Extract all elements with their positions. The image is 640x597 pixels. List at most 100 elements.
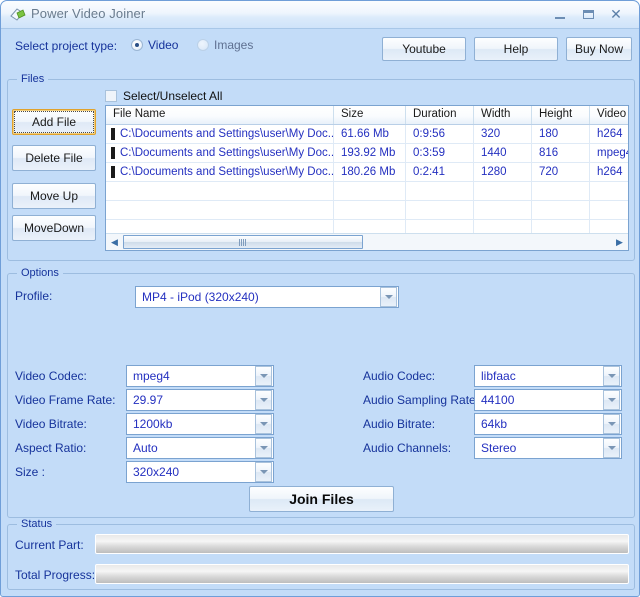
chevron-down-icon[interactable] [255, 366, 272, 386]
audio-channels-label: Audio Channels: [363, 441, 452, 455]
table-header-row: File Name Size Duration Width Height Vid… [106, 106, 628, 125]
cell-file-name: C:\Documents and Settings\user\My Doc... [106, 125, 334, 143]
current-part-progressbar [95, 534, 629, 554]
move-up-button[interactable]: Move Up [12, 183, 96, 209]
audio-sampling-rate-label: Audio Sampling Rate: [363, 393, 480, 407]
table-row[interactable]: C:\Documents and Settings\user\My Doc...… [106, 144, 628, 163]
video-codec-select[interactable]: mpeg4 [126, 365, 274, 387]
cell-width: 1280 [474, 163, 532, 181]
radio-video-icon [131, 39, 143, 51]
audio-bitrate-label: Audio Bitrate: [363, 417, 436, 431]
scrollbar-grip-icon [239, 239, 247, 246]
size-value: 320x240 [133, 465, 180, 479]
buy-now-button[interactable]: Buy Now [566, 37, 632, 61]
maximize-button[interactable] [577, 5, 599, 23]
chevron-down-icon[interactable] [603, 414, 620, 434]
radio-project-type-video[interactable]: Video [131, 38, 178, 52]
chevron-down-icon[interactable] [380, 287, 397, 307]
column-header-file-name[interactable]: File Name [106, 106, 334, 124]
cell-duration: 0:2:41 [406, 163, 474, 181]
scrollbar-thumb[interactable] [123, 235, 363, 249]
aspect-ratio-label: Aspect Ratio: [15, 441, 87, 455]
app-logo-icon [10, 8, 26, 21]
radio-video-label: Video [148, 38, 179, 52]
video-bitrate-select[interactable]: 1200kb [126, 413, 274, 435]
video-codec-value: mpeg4 [133, 369, 170, 383]
row-checkbox[interactable] [111, 128, 115, 140]
triangle-right-icon[interactable]: ▶ [611, 234, 628, 250]
profile-value: MP4 - iPod (320x240) [142, 290, 259, 304]
cell-height: 816 [532, 144, 590, 162]
horizontal-scrollbar[interactable]: ◀ ▶ [106, 233, 628, 250]
chevron-down-icon[interactable] [603, 390, 620, 410]
cell-video: mpeg4 [590, 144, 628, 162]
select-all-checkbox[interactable] [105, 90, 117, 102]
chevron-down-icon[interactable] [603, 366, 620, 386]
total-progress-label: Total Progress: [15, 568, 96, 582]
column-header-size[interactable]: Size [334, 106, 406, 124]
cell-file-name: C:\Documents and Settings\user\My Doc... [106, 163, 334, 181]
join-files-button[interactable]: Join Files [249, 486, 394, 512]
radio-project-type-images[interactable]: Images [197, 38, 253, 52]
select-all-label: Select/Unselect All [123, 89, 223, 103]
triangle-left-icon[interactable]: ◀ [106, 234, 123, 250]
audio-codec-value: libfaac [481, 369, 516, 383]
table-row[interactable]: C:\Documents and Settings\user\My Doc...… [106, 163, 628, 182]
chevron-down-icon[interactable] [255, 438, 272, 458]
current-part-label: Current Part: [15, 538, 84, 552]
window-title: Power Video Joiner [31, 6, 146, 21]
audio-bitrate-value: 64kb [481, 417, 508, 431]
cell-file-name-text: C:\Documents and Settings\user\My Doc... [120, 128, 334, 140]
column-header-height[interactable]: Height [532, 106, 590, 124]
youtube-button[interactable]: Youtube [382, 37, 466, 61]
scrollbar-track[interactable] [123, 234, 611, 250]
cell-size: 61.66 Mb [334, 125, 406, 143]
table-row-empty[interactable] [106, 182, 628, 201]
minimize-button[interactable] [549, 5, 571, 23]
files-group-title: Files [17, 73, 49, 85]
cell-video: h264 [590, 125, 628, 143]
audio-codec-label: Audio Codec: [363, 369, 436, 383]
cell-height: 720 [532, 163, 590, 181]
app-window: Power Video Joiner ✕ Select project type… [0, 0, 640, 597]
audio-codec-select[interactable]: libfaac [474, 365, 622, 387]
select-all-row[interactable]: Select/Unselect All [105, 89, 222, 103]
cell-video: h264 [590, 163, 628, 181]
audio-channels-select[interactable]: Stereo [474, 437, 622, 459]
chevron-down-icon[interactable] [255, 414, 272, 434]
move-down-button[interactable]: MoveDown [12, 215, 96, 241]
table-row-empty[interactable] [106, 201, 628, 220]
add-file-button[interactable]: Add File [12, 109, 96, 135]
column-header-width[interactable]: Width [474, 106, 532, 124]
row-checkbox[interactable] [111, 166, 115, 178]
video-frame-rate-value: 29.97 [133, 393, 164, 407]
close-button[interactable]: ✕ [605, 5, 627, 23]
file-list-table[interactable]: File Name Size Duration Width Height Vid… [105, 105, 629, 251]
radio-images-icon [197, 39, 209, 51]
video-frame-rate-select[interactable]: 29.97 [126, 389, 274, 411]
video-frame-rate-label: Video Frame Rate: [15, 393, 116, 407]
project-type-label: Select project type: [15, 39, 118, 53]
cell-file-name: C:\Documents and Settings\user\My Doc... [106, 144, 334, 162]
aspect-ratio-select[interactable]: Auto [126, 437, 274, 459]
help-button[interactable]: Help [474, 37, 558, 61]
row-checkbox[interactable] [111, 147, 115, 159]
cell-file-name-text: C:\Documents and Settings\user\My Doc... [120, 166, 334, 178]
column-header-video[interactable]: Video [590, 106, 628, 124]
top-toolbar: Select project type: Video Images Youtub… [1, 29, 639, 67]
cell-duration: 0:9:56 [406, 125, 474, 143]
size-select[interactable]: 320x240 [126, 461, 274, 483]
chevron-down-icon[interactable] [603, 438, 620, 458]
options-group-title: Options [17, 267, 63, 279]
chevron-down-icon[interactable] [255, 390, 272, 410]
audio-channels-value: Stereo [481, 441, 517, 455]
column-header-duration[interactable]: Duration [406, 106, 474, 124]
audio-bitrate-select[interactable]: 64kb [474, 413, 622, 435]
table-row[interactable]: C:\Documents and Settings\user\My Doc...… [106, 125, 628, 144]
audio-sampling-rate-select[interactable]: 44100 [474, 389, 622, 411]
chevron-down-icon[interactable] [255, 462, 272, 482]
radio-images-label: Images [214, 38, 254, 52]
profile-select[interactable]: MP4 - iPod (320x240) [135, 286, 399, 308]
audio-sampling-rate-value: 44100 [481, 393, 515, 407]
delete-file-button[interactable]: Delete File [12, 145, 96, 171]
